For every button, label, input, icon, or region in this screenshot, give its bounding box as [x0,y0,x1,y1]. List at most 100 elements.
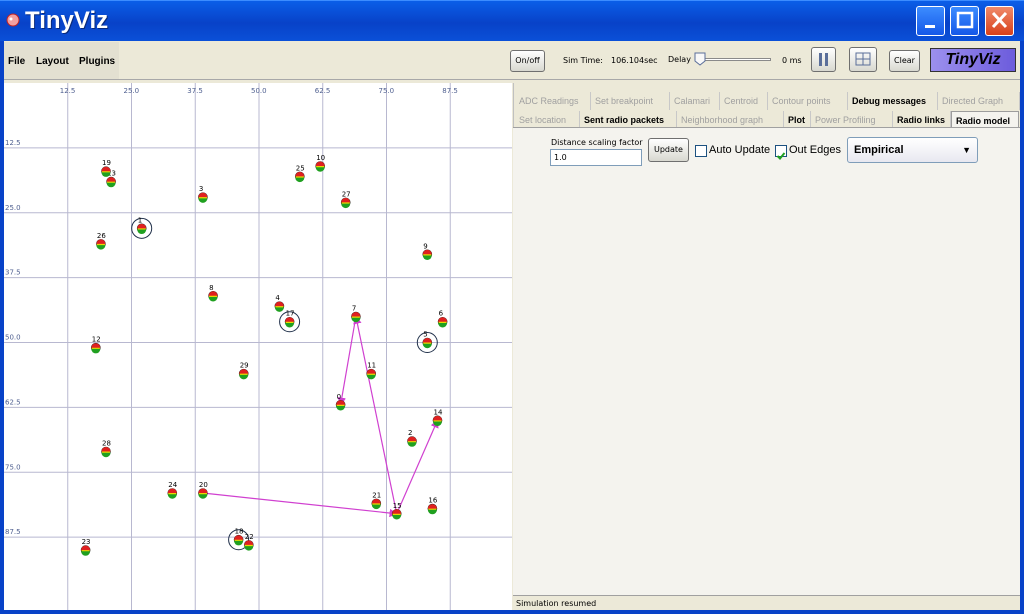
menu-bar: File Layout Plugins [0,42,119,79]
mote-14-led-green [433,421,442,427]
mote-label-8: 8 [209,284,213,292]
mote-plot[interactable]: 12.5 25.0 37.5 50.0 62.5 75.0 87.5 12.5 25.0 37.5… [4,83,512,610]
window-frame-left [0,41,4,614]
mote-26-led-green [96,245,106,250]
mote-label-19: 19 [102,159,111,167]
mote-27-led-green [341,203,351,209]
mote-label-11: 11 [367,362,376,370]
mote-20-led-green [198,494,208,499]
mote-label-29: 29 [240,362,249,370]
dropdown-arrow-icon: ▼ [962,145,971,155]
y-tick-label: 25.0 [5,204,21,212]
status-bar: Simulation resumed [513,595,1020,610]
tab-debug-messages[interactable]: Debug messages [848,92,938,110]
auto-update-checkbox[interactable] [695,145,707,157]
mote-label-3: 3 [199,185,203,193]
mote-7-led-red [351,312,361,317]
window-frame-bottom [0,610,1024,614]
mote-20-led-red [198,488,208,494]
x-tick-label: 75.0 [379,87,395,95]
mote-1-led-green [137,229,147,235]
mote-2-led-red [407,436,417,442]
mote-16-led-green [427,509,437,515]
mote-1-led-red [137,223,147,229]
x-tick-label: 12.5 [60,87,76,95]
mote-label-21: 21 [372,491,381,499]
out-edges-label: Out Edges [789,144,841,156]
mote-25-led-green [295,177,305,183]
maximize-button[interactable] [950,6,979,36]
mote-label-7: 7 [352,305,356,313]
x-tick-label: 62.5 [315,87,331,95]
mote-label-4: 4 [275,294,280,302]
radio-link-20-15 [202,492,398,518]
mote-3-led-red [198,192,208,198]
delay-label: Delay [668,55,691,64]
tab-centroid[interactable]: Centroid [720,92,768,110]
mote-24-led-green [167,494,177,499]
mote-9-led-green [422,255,432,260]
delay-slider-track[interactable] [697,58,771,61]
mote-0-led-green [336,405,346,411]
delay-slider-thumb[interactable] [693,52,707,66]
mote-15-led-green [392,514,402,520]
mote-13-led-green [106,182,116,188]
update-button[interactable]: Update [648,138,689,162]
mote-29-led-green [239,374,249,380]
sim-time-value: 106.104sec [611,56,658,65]
y-tick-label: 12.5 [5,139,21,147]
maximize-icon [956,11,974,29]
tab-contour-points[interactable]: Contour points [768,92,848,110]
mote-label-6: 6 [439,310,444,318]
grid-toggle-button[interactable] [849,47,877,72]
mote-9-led-red [422,249,432,255]
menu-file[interactable]: File [8,56,25,67]
mote-11-led-red [366,369,376,374]
radio-model-select[interactable]: Empirical ▼ [847,137,978,163]
mote-17-led-green [285,322,295,328]
mote-label-23: 23 [82,538,91,546]
onoff-button[interactable]: On/off [510,50,545,72]
tab-calamari[interactable]: Calamari [670,92,720,110]
mote-22-led-green [244,546,254,551]
minimize-icon [925,25,935,28]
menu-layout[interactable]: Layout [36,56,69,67]
tab-directed-graph[interactable]: Directed Graph [938,92,1020,110]
mote-5-led-green [422,343,432,349]
mote-label-27: 27 [342,190,351,198]
clear-button[interactable]: Clear [889,50,920,72]
mote-label-1: 1 [138,216,142,224]
mote-19-led-red [101,166,111,172]
minimize-button[interactable] [916,6,945,36]
mote-4-led-green [274,307,284,312]
mote-11-led-green [366,374,376,380]
mote-4-led-red [274,301,284,307]
radio-link-7-0 [337,316,357,406]
mote-label-15: 15 [393,502,402,510]
mote-label-28: 28 [102,439,111,447]
tab-set-breakpoint[interactable]: Set breakpoint [591,92,670,110]
pause-button[interactable] [811,47,836,72]
mote-8-led-red [208,291,218,296]
mote-6-led-red [438,317,448,322]
auto-update-label: Auto Update [709,144,771,156]
tinyviz-logo: TinyViz [930,48,1016,72]
close-icon [991,11,1008,29]
mote-23-led-red [81,545,91,551]
radio-model-content [513,127,1020,596]
delay-value: 0 ms [782,56,802,65]
menu-plugins[interactable]: Plugins [79,56,115,67]
mote-0-led-red [336,400,346,405]
distance-scaling-input[interactable]: 1.0 [550,149,642,166]
mote-12-led-red [91,343,101,348]
topology-canvas[interactable]: 12.5 25.0 37.5 50.0 62.5 75.0 87.5 12.5 25.0 37.5… [4,83,512,610]
tab-adc-readings[interactable]: ADC Readings [515,92,591,110]
mote-17-led-red [285,317,295,322]
close-button[interactable] [985,6,1014,36]
mote-16-led-red [427,504,437,509]
distance-scaling-label: Distance scaling factor [551,138,643,147]
mote-13-led-red [106,177,116,182]
out-edges-checkbox[interactable] [775,145,787,160]
mote-label-14: 14 [434,408,443,416]
radio-link-15-7 [353,315,398,514]
